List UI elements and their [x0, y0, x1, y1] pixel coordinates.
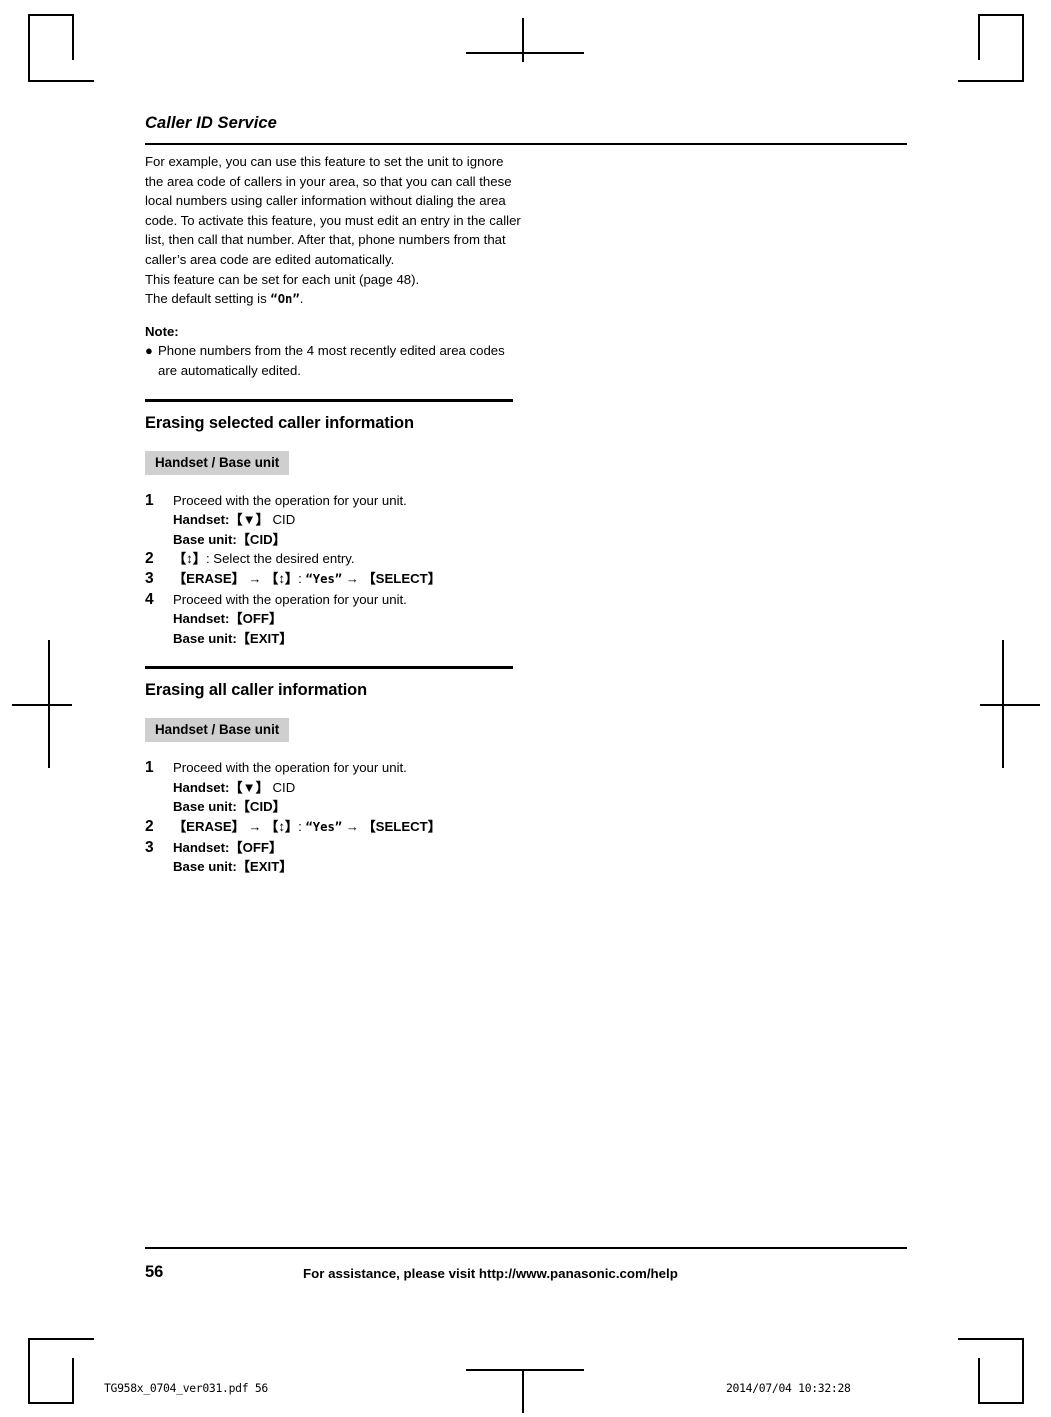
step-item: 3 Handset:【OFF】 Base unit:【EXIT】 [145, 838, 525, 877]
slug-timestamp: 2014/07/04 10:32:28 [726, 1381, 851, 1395]
footer-assistance-text: For assistance, please visit http://www.… [303, 1266, 678, 1281]
step-line-1: Proceed with the operation for your unit… [173, 492, 407, 508]
step-body: Proceed with the operation for your unit… [173, 758, 525, 817]
baseunit-key: 【CID】 [236, 531, 286, 547]
erase-key: 【ERASE】 [173, 570, 245, 586]
footer-divider [145, 1247, 907, 1249]
unit-tag-2: Handset / Base unit [145, 718, 290, 743]
handset-label: Handset: [173, 611, 230, 627]
select-key: 【SELECT】 [362, 570, 441, 586]
exit-key: 【EXIT】 [236, 859, 293, 875]
arrow-icon: → [248, 819, 262, 835]
unit-tag-1: Handset / Base unit [145, 450, 290, 475]
yes-option: “Yes” [305, 820, 343, 835]
step-body: 【ERASE】 → 【↕】: “Yes” → 【SELECT】 [173, 569, 525, 590]
step-item: 1 Proceed with the operation for your un… [145, 758, 525, 817]
navigator-key: 【↕】 [173, 551, 206, 567]
section-heading-2: Erasing all caller information [145, 681, 367, 700]
step-number: 1 [145, 759, 154, 777]
step-number: 4 [145, 590, 154, 608]
step-number: 2 [145, 818, 154, 836]
arrow-icon: → [248, 570, 262, 586]
chapter-title: Caller ID Service [145, 114, 277, 132]
section-heading-1: Erasing selected caller information [145, 413, 414, 432]
step-number: 3 [145, 569, 154, 587]
note-label: Note: [145, 323, 179, 339]
step-item: 2 【ERASE】 → 【↕】: “Yes” → 【SELECT】 [145, 817, 525, 838]
default-setting-value: “On” [270, 292, 300, 307]
erase-key: 【ERASE】 [173, 819, 245, 835]
step-item: 2 【↕】: Select the desired entry. [145, 549, 525, 569]
yes-option: “Yes” [305, 571, 343, 586]
step-line-rest: : Select the desired entry. [205, 551, 355, 567]
intro-paragraph: For example, you can use this feature to… [145, 154, 521, 267]
step-item: 3 【ERASE】 → 【↕】: “Yes” → 【SELECT】 [145, 569, 525, 590]
handset-key-rest: CID [268, 779, 296, 795]
step-body: 【ERASE】 → 【↕】: “Yes” → 【SELECT】 [173, 817, 525, 838]
manual-page: Caller ID Service For example, you can u… [0, 0, 1051, 1417]
handset-label: Handset: [173, 512, 230, 528]
exit-key: 【EXIT】 [236, 630, 293, 646]
handset-label: Handset: [173, 839, 230, 855]
baseunit-label: Base unit: [173, 531, 237, 547]
default-setting-suffix: . [299, 291, 304, 307]
step-body: 【↕】: Select the desired entry. [173, 549, 525, 569]
baseunit-key: 【CID】 [236, 799, 286, 815]
slug-filename: TG958x_0704_ver031.pdf 56 [104, 1381, 268, 1395]
handset-label: Handset: [173, 779, 230, 795]
navigator-key: 【↕】 [265, 819, 299, 835]
intro-paragraph-3: The default setting is “On”. [145, 289, 525, 310]
default-setting-prefix: The default setting is [145, 291, 271, 307]
step-line-1: Proceed with the operation for your unit… [173, 760, 407, 776]
baseunit-label: Base unit: [173, 799, 237, 815]
page-number: 56 [145, 1263, 164, 1281]
baseunit-label: Base unit: [173, 859, 237, 875]
step-item: 1 Proceed with the operation for your un… [145, 491, 525, 550]
step-body: Handset:【OFF】 Base unit:【EXIT】 [173, 838, 525, 877]
off-key: 【OFF】 [229, 839, 283, 855]
off-key: 【OFF】 [229, 611, 283, 627]
step-body: Proceed with the operation for your unit… [173, 590, 525, 649]
intro-paragraph-2: This feature can be set for each unit (p… [145, 271, 420, 287]
handset-key: 【▼】 [229, 512, 269, 528]
navigator-key: 【↕】 [265, 570, 299, 586]
note-bullet-item: ● Phone numbers from the 4 most recently… [145, 341, 525, 380]
title-divider [145, 143, 907, 145]
arrow-icon: → [345, 819, 359, 835]
step-number: 3 [145, 838, 154, 856]
select-key: 【SELECT】 [362, 819, 441, 835]
step-number: 2 [145, 550, 154, 568]
step-number: 1 [145, 491, 154, 509]
note-text: Phone numbers from the 4 most recently e… [158, 343, 505, 378]
bullet-icon: ● [145, 343, 153, 359]
arrow-icon: → [345, 570, 359, 586]
handset-key: 【▼】 [229, 779, 269, 795]
content-column: For example, you can use this feature to… [145, 152, 525, 877]
handset-key-rest: CID [268, 512, 296, 528]
step-line-1: Proceed with the operation for your unit… [173, 591, 407, 607]
step-item: 4 Proceed with the operation for your un… [145, 590, 525, 649]
step-body: Proceed with the operation for your unit… [173, 491, 525, 550]
baseunit-label: Base unit: [173, 630, 237, 646]
